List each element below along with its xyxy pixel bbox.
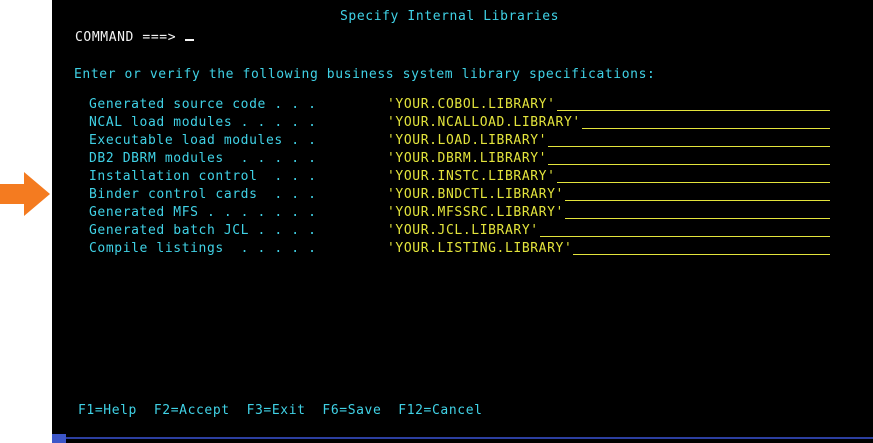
field-label-generated-batch-jcl: Generated batch JCL . . . . (89, 223, 317, 238)
f1-help-key[interactable]: F1=Help (78, 403, 137, 418)
field-input-installation-control[interactable]: 'YOUR.INSTC.LIBRARY' (387, 168, 830, 185)
field-input-db2-dbrm[interactable]: 'YOUR.DBRM.LIBRARY' (387, 150, 830, 167)
screen-bottom-border (52, 437, 873, 439)
input-underline (548, 146, 830, 147)
field-label-generated-source: Generated source code . . . (89, 97, 317, 112)
field-value: 'YOUR.BNDCTL.LIBRARY' (387, 187, 564, 202)
field-value: 'YOUR.COBOL.LIBRARY' (387, 97, 556, 112)
field-input-compile-listings[interactable]: 'YOUR.LISTING.LIBRARY' (387, 240, 830, 257)
input-underline (564, 218, 830, 219)
field-label-binder-control: Binder control cards . . . (89, 187, 317, 202)
input-underline (581, 128, 830, 129)
f6-save-key[interactable]: F6=Save (322, 403, 381, 418)
field-label-ncal-load: NCAL load modules . . . . . (89, 115, 317, 130)
field-value: 'YOUR.JCL.LIBRARY' (387, 223, 539, 238)
input-underline (539, 236, 830, 237)
field-label-executable-load: Executable load modules . . (89, 133, 317, 148)
field-input-binder-control[interactable]: 'YOUR.BNDCTL.LIBRARY' (387, 186, 830, 203)
input-underline (556, 110, 830, 111)
text-cursor (184, 27, 194, 41)
field-value: 'YOUR.LISTING.LIBRARY' (387, 241, 573, 256)
field-value: 'YOUR.INSTC.LIBRARY' (387, 169, 556, 184)
field-input-generated-source[interactable]: 'YOUR.COBOL.LIBRARY' (387, 96, 830, 113)
input-underline (573, 254, 830, 255)
field-label-db2-dbrm: DB2 DBRM modules . . . . . (89, 151, 317, 166)
instruction-text: Enter or verify the following business s… (74, 67, 656, 82)
field-value: 'YOUR.DBRM.LIBRARY' (387, 151, 548, 166)
field-label-compile-listings: Compile listings . . . . . (89, 241, 317, 256)
field-label-installation-control: Installation control . . . (89, 169, 317, 184)
field-value: 'YOUR.NCALLOAD.LIBRARY' (387, 115, 581, 130)
command-label: COMMAND ===> (75, 30, 177, 45)
function-key-bar: F1=Help F2=Accept F3=Exit F6=Save F12=Ca… (78, 403, 483, 419)
terminal-screen: Specify Internal Libraries COMMAND ===> … (52, 0, 873, 443)
input-underline (556, 182, 830, 183)
input-underline (548, 164, 830, 165)
field-input-ncal-load[interactable]: 'YOUR.NCALLOAD.LIBRARY' (387, 114, 830, 131)
field-input-executable-load[interactable]: 'YOUR.LOAD.LIBRARY' (387, 132, 830, 149)
input-underline (564, 200, 830, 201)
field-input-generated-batch-jcl[interactable]: 'YOUR.JCL.LIBRARY' (387, 222, 830, 239)
command-line: COMMAND ===> (75, 27, 194, 46)
right-arrow-icon (0, 172, 50, 216)
screen-title: Specify Internal Libraries (340, 9, 560, 24)
status-indicator-block (52, 434, 66, 443)
field-input-generated-mfs[interactable]: 'YOUR.MFSSRC.LIBRARY' (387, 204, 830, 221)
f2-accept-key[interactable]: F2=Accept (154, 403, 230, 418)
f12-cancel-key[interactable]: F12=Cancel (398, 403, 482, 418)
field-label-generated-mfs: Generated MFS . . . . . . . (89, 205, 317, 220)
field-value: 'YOUR.LOAD.LIBRARY' (387, 133, 548, 148)
field-value: 'YOUR.MFSSRC.LIBRARY' (387, 205, 564, 220)
f3-exit-key[interactable]: F3=Exit (247, 403, 306, 418)
